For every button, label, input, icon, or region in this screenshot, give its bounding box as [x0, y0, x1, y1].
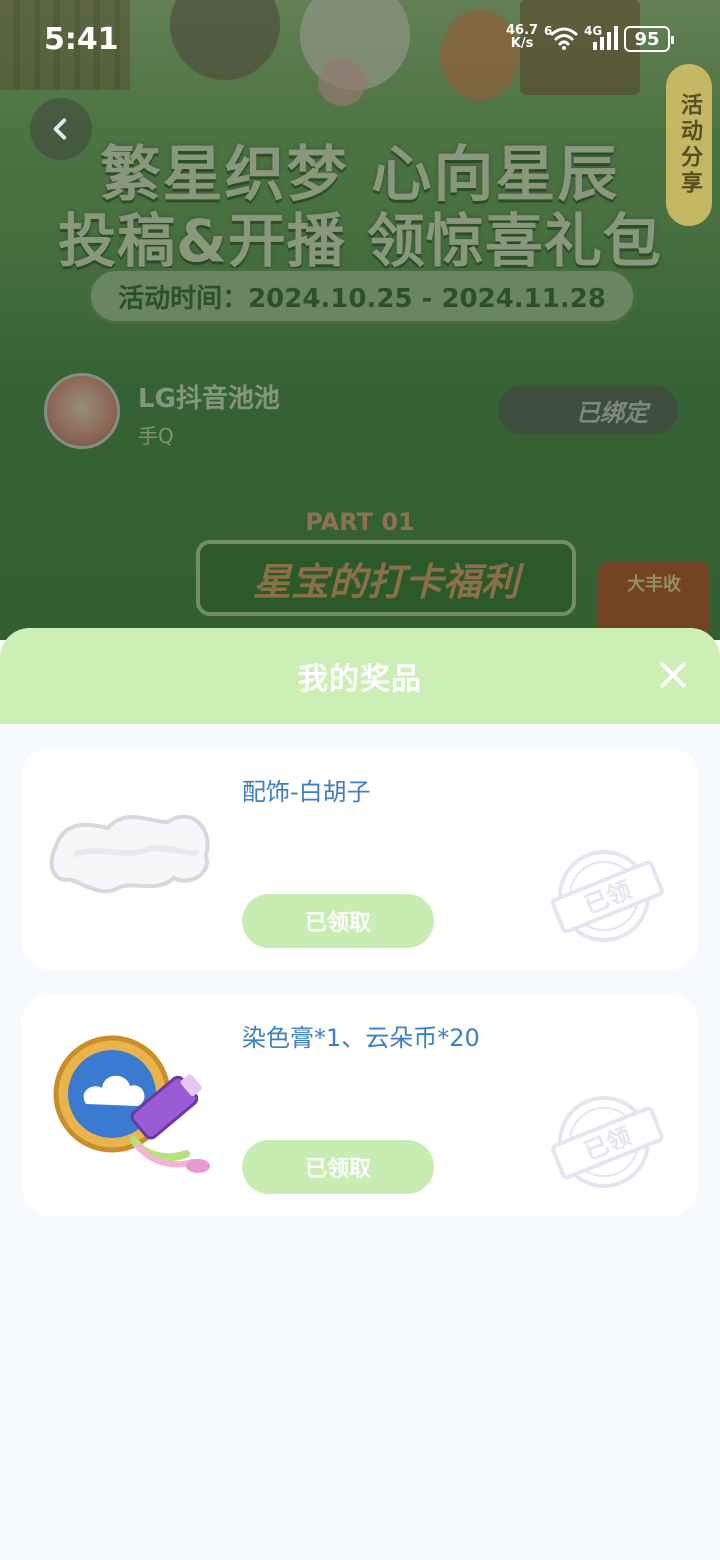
claimed-stamp-icon: 已领: [551, 850, 664, 942]
sheet-header: 我的奖品: [0, 628, 720, 724]
prize-name: 配饰-白胡子: [242, 778, 371, 806]
signal-icon: [593, 26, 618, 50]
status-time: 5:41: [44, 22, 119, 57]
battery-icon: 95: [624, 26, 674, 52]
claimed-button[interactable]: 已领取: [242, 1140, 434, 1194]
modal-overlay[interactable]: [0, 0, 720, 640]
prize-card: 配饰-白胡子 已领取 已领: [22, 748, 698, 970]
activity-share-tab[interactable]: 活动分享: [666, 64, 712, 226]
prize-card: 染色膏*1、云朵币*20 已领取 已领: [22, 994, 698, 1216]
dye-and-coin-icon: [53, 1035, 210, 1173]
network-speed: 46.7 K/s: [506, 24, 538, 50]
wifi-icon: [550, 27, 578, 50]
background-activity-page: 繁星织梦 心向星辰 投稿&开播 领惊喜礼包 活动时间：2024.10.25 - …: [0, 0, 720, 640]
chevron-left-icon: [53, 118, 67, 140]
network-speed-unit: K/s: [510, 36, 534, 51]
close-icon[interactable]: [658, 660, 688, 690]
my-prizes-sheet: 我的奖品 配饰-白胡子 已领取 已领 染色膏*1、云朵币*20 已领取 已领: [0, 628, 720, 1560]
sheet-title: 我的奖品: [298, 662, 422, 697]
back-button[interactable]: [30, 98, 92, 160]
white-beard-icon: [49, 814, 210, 894]
status-bar: 5:41 46.7 K/s 6 4G 95: [0, 0, 720, 80]
claimed-stamp-icon: 已领: [551, 1096, 664, 1188]
claimed-button[interactable]: 已领取: [242, 894, 434, 948]
prize-name: 染色膏*1、云朵币*20: [242, 1024, 480, 1052]
